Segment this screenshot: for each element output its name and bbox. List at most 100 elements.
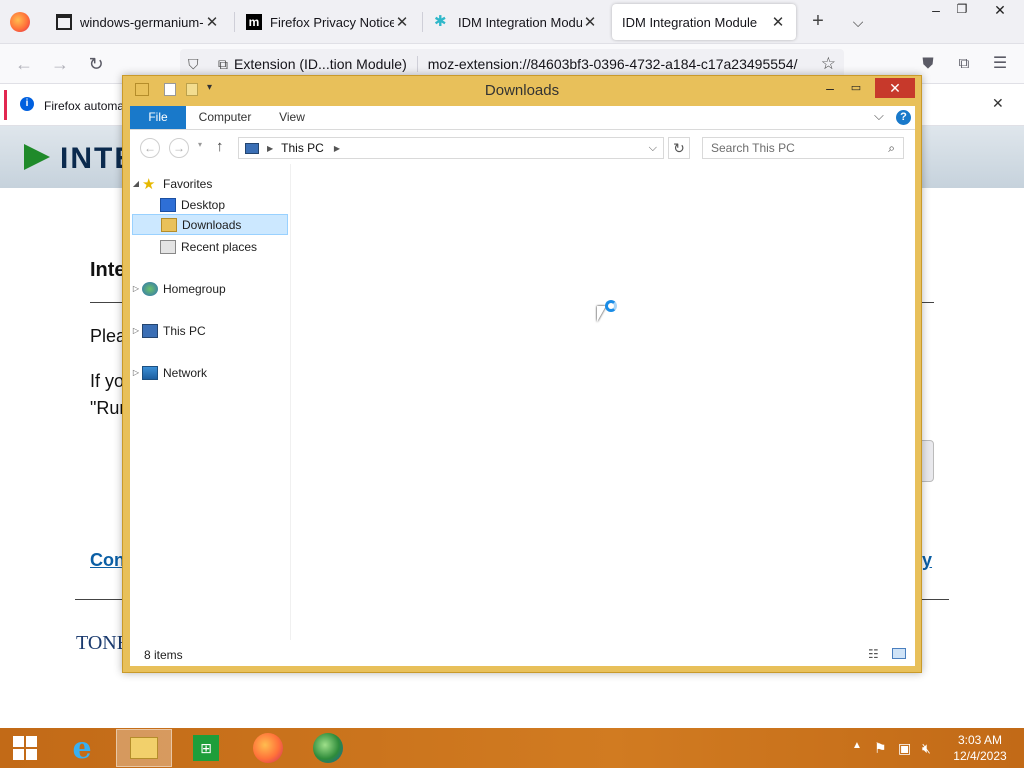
extensions-icon[interactable]: ⧉ bbox=[952, 52, 976, 76]
homegroup-icon bbox=[142, 281, 158, 296]
search-box[interactable]: Search This PC ⌕ bbox=[702, 137, 904, 159]
page-heading: Inte bbox=[90, 259, 126, 281]
minimize-window-button[interactable]: – bbox=[819, 78, 841, 98]
this-pc-icon bbox=[142, 323, 158, 338]
tab-view[interactable]: View bbox=[270, 106, 314, 129]
nav-recent-places[interactable]: Recent places bbox=[130, 236, 290, 257]
identity-label[interactable]: Extension (ID...tion Module) bbox=[234, 56, 418, 72]
expand-arrow-icon[interactable]: ▷ bbox=[130, 368, 142, 377]
hamburger-menu-icon[interactable]: ☰ bbox=[988, 52, 1012, 76]
pocket-icon[interactable]: ⛊ bbox=[916, 52, 940, 76]
minimize-browser-button[interactable]: – bbox=[926, 2, 946, 20]
explorer-title-bar[interactable]: ▾ Downloads – ▭ ✕ bbox=[123, 76, 921, 104]
windows-logo-icon bbox=[13, 736, 37, 760]
back-arrow-icon[interactable]: ← bbox=[140, 138, 160, 158]
reload-icon[interactable]: ↻ bbox=[84, 52, 108, 76]
nav-homegroup[interactable]: ▷ Homegroup bbox=[130, 278, 290, 299]
address-bar[interactable]: ▶ This PC ▶ ⌵ bbox=[238, 137, 664, 159]
forward-arrow-icon[interactable]: → bbox=[169, 138, 189, 158]
firefox-menu-icon[interactable] bbox=[10, 12, 30, 32]
back-arrow-icon[interactable]: ← bbox=[12, 52, 36, 76]
ribbon-expand-icon[interactable]: ⌵ bbox=[874, 108, 884, 124]
collapse-arrow-icon[interactable]: ◢ bbox=[130, 179, 142, 188]
nav-desktop[interactable]: Desktop bbox=[130, 194, 290, 215]
tab-computer[interactable]: Computer bbox=[192, 106, 258, 129]
new-tab-button[interactable]: + bbox=[806, 10, 830, 34]
nav-label: Homegroup bbox=[163, 281, 226, 296]
close-tab-icon[interactable]: ✕ bbox=[770, 13, 786, 31]
url-text[interactable]: moz-extension://84603bf3-0396-4732-a184-… bbox=[428, 56, 808, 72]
search-icon[interactable]: ⌕ bbox=[888, 141, 895, 156]
breadcrumb-separator-icon[interactable]: ▶ bbox=[334, 144, 340, 153]
nav-this-pc[interactable]: ▷ This PC bbox=[130, 320, 290, 341]
breadcrumb-this-pc[interactable]: This PC bbox=[281, 141, 324, 155]
list-all-tabs-icon[interactable]: ⌵ bbox=[846, 10, 870, 34]
tab-file[interactable]: File bbox=[130, 106, 186, 129]
tab-idm-integration-1[interactable]: ✱ IDM Integration Module ✕ bbox=[424, 4, 608, 40]
nav-label: Network bbox=[163, 365, 208, 380]
clock[interactable]: 3:03 AM 12/4/2023 bbox=[948, 732, 1012, 764]
nav-label: Downloads bbox=[182, 217, 242, 232]
nav-network[interactable]: ▷ Network bbox=[130, 362, 290, 383]
bookmark-star-icon[interactable]: ☆ bbox=[821, 54, 836, 74]
close-tab-icon[interactable]: ✕ bbox=[394, 13, 410, 31]
help-icon[interactable]: ? bbox=[896, 110, 911, 125]
file-list-area[interactable] bbox=[290, 164, 915, 640]
refresh-icon[interactable]: ↻ bbox=[668, 137, 690, 159]
page-link[interactable]: Con bbox=[90, 550, 125, 571]
nav-favorites[interactable]: ◢ ★ Favorites bbox=[130, 173, 290, 194]
idm-puzzle-icon: ✱ bbox=[434, 13, 447, 30]
desktop-icon bbox=[160, 197, 176, 212]
tab-label: IDM Integration Module bbox=[458, 14, 582, 30]
details-view-icon[interactable]: ☷ bbox=[868, 647, 879, 661]
close-notification-icon[interactable]: ✕ bbox=[992, 95, 1004, 112]
large-icons-view-icon[interactable] bbox=[892, 648, 906, 659]
action-center-flag-icon[interactable]: ⚑ bbox=[874, 740, 887, 757]
show-hidden-icons-icon[interactable]: ▲ bbox=[852, 740, 862, 751]
idm-globe-icon bbox=[313, 733, 343, 763]
taskbar-file-explorer[interactable] bbox=[116, 729, 172, 767]
this-pc-icon bbox=[245, 142, 259, 154]
breadcrumb-separator-icon[interactable]: ▶ bbox=[267, 144, 273, 153]
tab-firefox-privacy-notice[interactable]: m Firefox Privacy Notice — ✕ bbox=[236, 4, 420, 40]
nav-downloads[interactable]: Downloads bbox=[132, 214, 288, 235]
close-browser-button[interactable]: ✕ bbox=[990, 2, 1010, 20]
restore-browser-button[interactable]: ❐ bbox=[952, 2, 972, 20]
star-icon: ★ bbox=[142, 175, 156, 193]
museum-icon bbox=[56, 14, 72, 30]
page-text: "Rur bbox=[90, 398, 126, 418]
network-tray-icon[interactable]: ▣ bbox=[898, 740, 911, 757]
up-arrow-icon[interactable]: ↑ bbox=[216, 138, 224, 155]
shield-icon[interactable]: ⛉ bbox=[188, 56, 206, 73]
volume-muted-icon[interactable]: 🔇︎ bbox=[922, 740, 931, 757]
tab-label: windows-germanium-ar bbox=[80, 14, 204, 30]
windows-taskbar: e ⊞ ▲ ⚑ ▣ 🔇︎ 3:03 AM 12/4/2023 bbox=[0, 728, 1024, 768]
recent-locations-icon[interactable]: ▾ bbox=[198, 140, 202, 149]
expand-arrow-icon[interactable]: ▷ bbox=[130, 326, 142, 335]
start-button[interactable] bbox=[0, 729, 50, 767]
expand-arrow-icon[interactable]: ▷ bbox=[130, 284, 142, 293]
recent-places-icon bbox=[160, 239, 176, 254]
notification-accent bbox=[4, 90, 7, 120]
item-count: 8 items bbox=[144, 648, 183, 662]
taskbar-firefox[interactable] bbox=[240, 729, 296, 767]
maximize-window-button[interactable]: ▭ bbox=[845, 78, 867, 98]
nav-label: This PC bbox=[163, 323, 206, 338]
explorer-title: Downloads bbox=[484, 82, 560, 99]
taskbar-idm[interactable] bbox=[300, 729, 356, 767]
forward-arrow-icon[interactable]: → bbox=[48, 52, 72, 76]
taskbar-store[interactable]: ⊞ bbox=[178, 729, 234, 767]
close-tab-icon[interactable]: ✕ bbox=[582, 13, 598, 31]
tab-windows-germanium[interactable]: windows-germanium-ar ✕ bbox=[46, 4, 230, 40]
address-dropdown-icon[interactable]: ⌵ bbox=[649, 142, 657, 155]
arrow-logo-icon bbox=[24, 144, 50, 170]
close-tab-icon[interactable]: ✕ bbox=[204, 13, 220, 31]
taskbar-internet-explorer[interactable]: e bbox=[54, 729, 110, 767]
nav-label: Desktop bbox=[181, 197, 226, 212]
search-input[interactable]: Search This PC bbox=[711, 141, 795, 155]
tab-idm-integration-active[interactable]: IDM Integration Module ✕ bbox=[612, 4, 796, 40]
tab-label: IDM Integration Module bbox=[622, 14, 758, 30]
close-window-button[interactable]: ✕ bbox=[875, 78, 915, 98]
status-bar: 8 items ☷ bbox=[130, 640, 915, 666]
firefox-icon bbox=[253, 733, 283, 763]
